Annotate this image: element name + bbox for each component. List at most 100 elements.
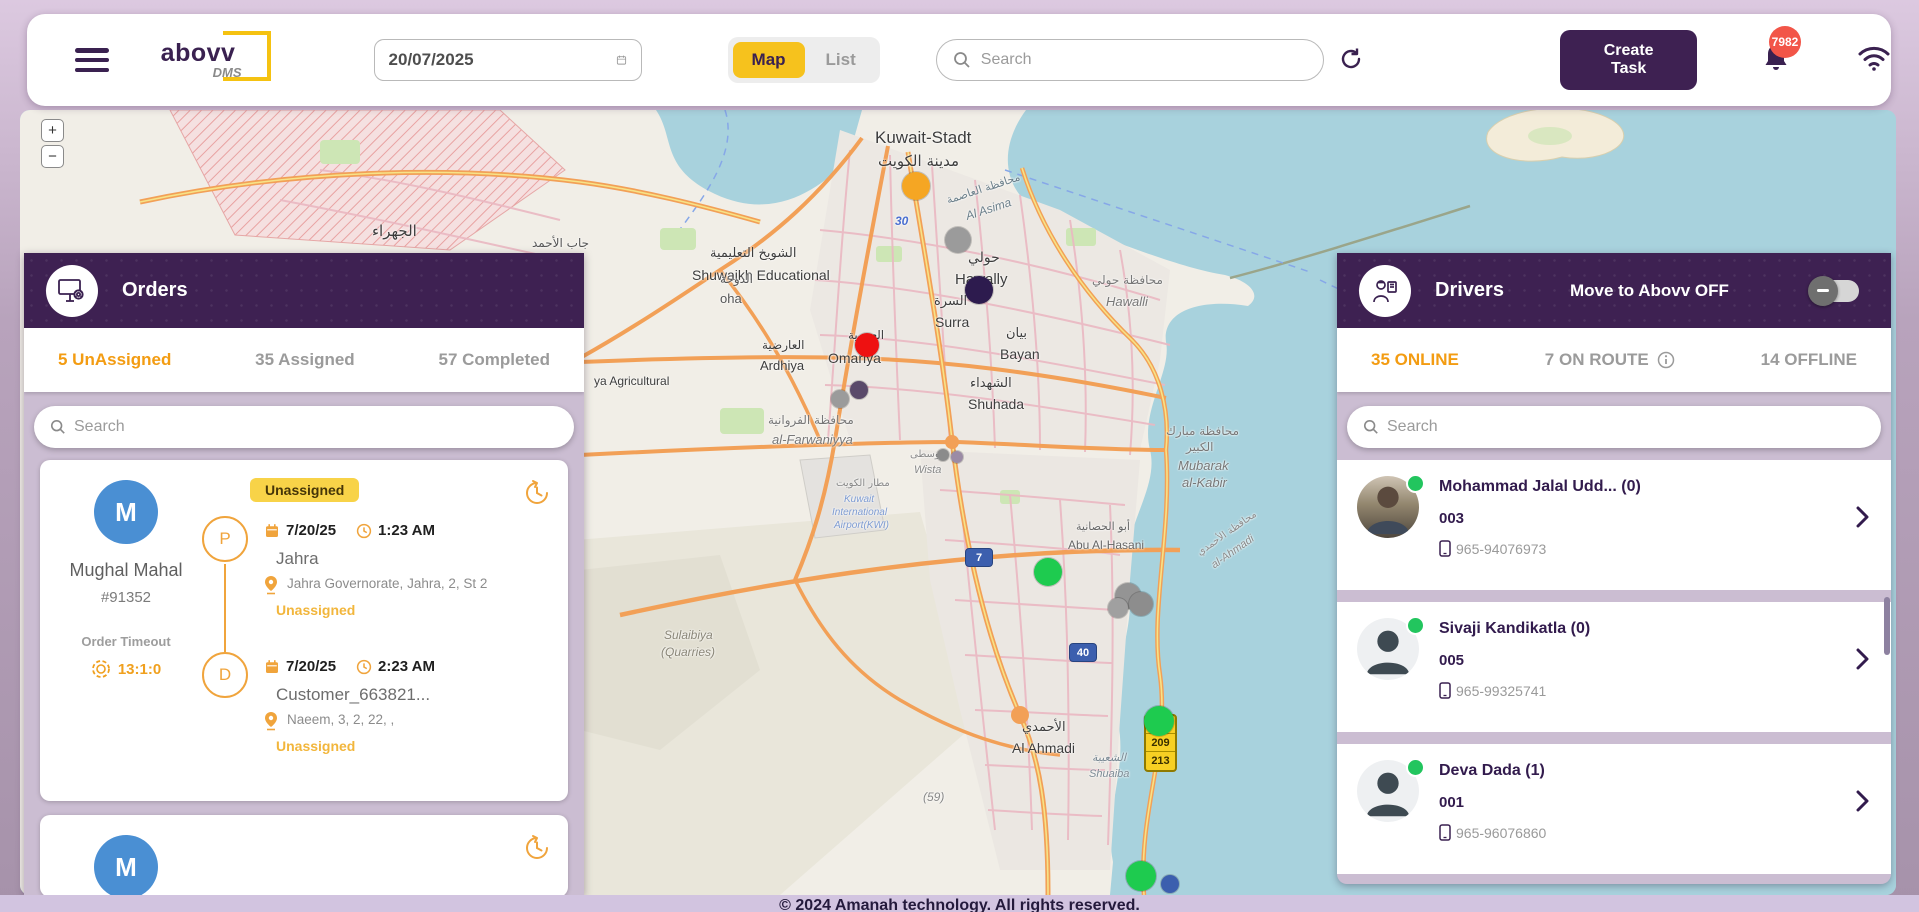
clock-icon [356,523,372,539]
search-icon [1363,419,1379,435]
map-label: Al Ahmadi [1012,740,1075,756]
map-marker[interactable] [1126,861,1156,891]
notifications-button[interactable]: 7982 [1761,42,1791,79]
orders-search[interactable] [34,406,574,448]
order-card[interactable]: M [40,815,568,895]
chevron-right-icon[interactable] [1856,790,1869,817]
pickup-status: Unassigned [276,602,556,618]
map-label: 30 [895,214,908,228]
search-icon [50,419,66,435]
global-search-input[interactable] [981,51,1308,69]
map-label: Surra [935,314,969,330]
map-marker[interactable] [1144,706,1174,736]
map-label: محافظة حولي [1092,273,1163,287]
map-marker[interactable] [1129,592,1153,616]
on-route-info-icon[interactable] [1657,351,1675,369]
pickup-title: Jahra [276,549,556,569]
copyright-text: © 2024 Amanah technology. All rights res… [779,897,1140,912]
map-label: al-Kabir [1182,475,1227,490]
drivers-panel-header: Drivers Move to Abovv OFF [1337,253,1891,328]
map-label: International [832,507,887,518]
tab-online[interactable]: 35 ONLINE [1371,350,1459,370]
date-input[interactable] [389,50,616,70]
zoom-in-button[interactable]: + [41,119,64,142]
map-marker[interactable] [945,227,971,253]
map-label: محافظة مبارك [1166,424,1239,438]
driver-list-item[interactable]: Sivaji Kandikatla (0) 005 965-99325741 [1337,602,1891,732]
calendar-icon[interactable] [616,50,627,70]
map-label: Shuwaikh Educational [692,267,830,283]
map-label: الأحمدي [1022,720,1066,735]
logo-subtext: DMS [213,65,242,80]
drivers-scrollbar-thumb[interactable] [1884,597,1890,655]
map-label: السرة [934,294,967,309]
map-marker[interactable] [965,276,993,304]
date-picker[interactable] [374,39,642,81]
order-history-icon[interactable] [522,478,552,511]
orders-icon [46,265,98,317]
tab-offline[interactable]: 14 OFFLINE [1761,350,1857,370]
driver-avatar [1357,618,1421,682]
order-card[interactable]: M Mughal Mahal #91352 Order Timeout 13:1… [40,460,568,801]
map-label: جاب الأحمد [532,236,589,250]
marker-cluster-value: 213 [1146,752,1175,770]
tab-on-route[interactable]: 7 ON ROUTE [1545,350,1675,370]
map-toggle-button[interactable]: Map [733,42,805,78]
zoom-out-button[interactable]: − [41,145,64,168]
tab-unassigned[interactable]: 5 UnAssigned [58,350,171,370]
map-marker[interactable] [831,390,849,408]
hamburger-menu-button[interactable] [75,48,109,72]
map-label: أبو الحصانية [1076,520,1130,533]
drivers-search-input[interactable] [1387,418,1865,436]
order-customer-name: Mughal Mahal [52,560,200,581]
order-timeout-value: 13:1:0 [52,659,200,679]
driver-name: Sivaji Kandikatla (0) [1439,620,1590,638]
map-marker[interactable] [951,451,963,463]
refresh-button[interactable] [1338,46,1364,75]
map-label: الشهداء [970,376,1012,391]
road-shield: 7 [965,548,993,567]
pickup-stop: P 7/20/25 [264,522,556,658]
driver-id: 001 [1439,794,1546,811]
list-toggle-button[interactable]: List [807,42,875,78]
map-list-toggle: Map List [728,37,880,83]
map-marker[interactable] [850,381,868,399]
toggle-knob [1808,276,1838,306]
global-search[interactable] [936,39,1325,81]
chevron-right-icon[interactable] [1856,648,1869,675]
map-label: Abu Al-Hasani [1068,538,1144,552]
marker-cluster-value: 209 [1146,734,1175,752]
map-marker[interactable] [855,333,879,357]
driver-list-item[interactable]: Deva Dada (1) 001 965-96076860 [1337,744,1891,874]
online-status-dot [1406,474,1425,493]
online-status-dot [1406,616,1425,635]
map-marker[interactable] [937,449,949,461]
footer: © 2024 Amanah technology. All rights res… [0,895,1919,912]
move-to-abovv-toggle[interactable] [1813,280,1859,302]
map-label: مدينة الكويت [878,152,959,170]
drop-time: 2:23 AM [378,658,435,675]
map-label: (59) [923,790,944,804]
map-marker[interactable] [902,172,930,200]
orders-panel: Orders 5 UnAssigned 35 Assigned 57 Compl… [24,253,584,895]
driver-avatar [1357,476,1421,540]
order-history-icon[interactable] [522,833,552,866]
map-zoom-controls: + − [41,119,64,168]
map-marker[interactable] [1161,875,1179,893]
drivers-panel-title: Drivers [1435,279,1504,302]
tab-completed[interactable]: 57 Completed [439,350,550,370]
map-label: الدوحة [720,272,753,286]
orders-search-input[interactable] [74,418,558,436]
drop-stop: D 7/20/25 [264,658,556,754]
phone-icon [1439,540,1451,557]
create-task-button[interactable]: Create Task [1560,30,1697,90]
driver-list-item[interactable]: Mohammad Jalal Udd... (0) 003 965-940769… [1337,460,1891,590]
drivers-search[interactable] [1347,406,1881,448]
driver-name: Mohammad Jalal Udd... (0) [1439,478,1641,496]
order-timeline: P 7/20/25 [264,522,556,754]
map-label: الشعيبة [1092,751,1126,764]
tab-assigned[interactable]: 35 Assigned [255,350,355,370]
map-marker[interactable] [1034,558,1062,586]
map-marker[interactable] [1108,598,1128,618]
chevron-right-icon[interactable] [1856,506,1869,533]
